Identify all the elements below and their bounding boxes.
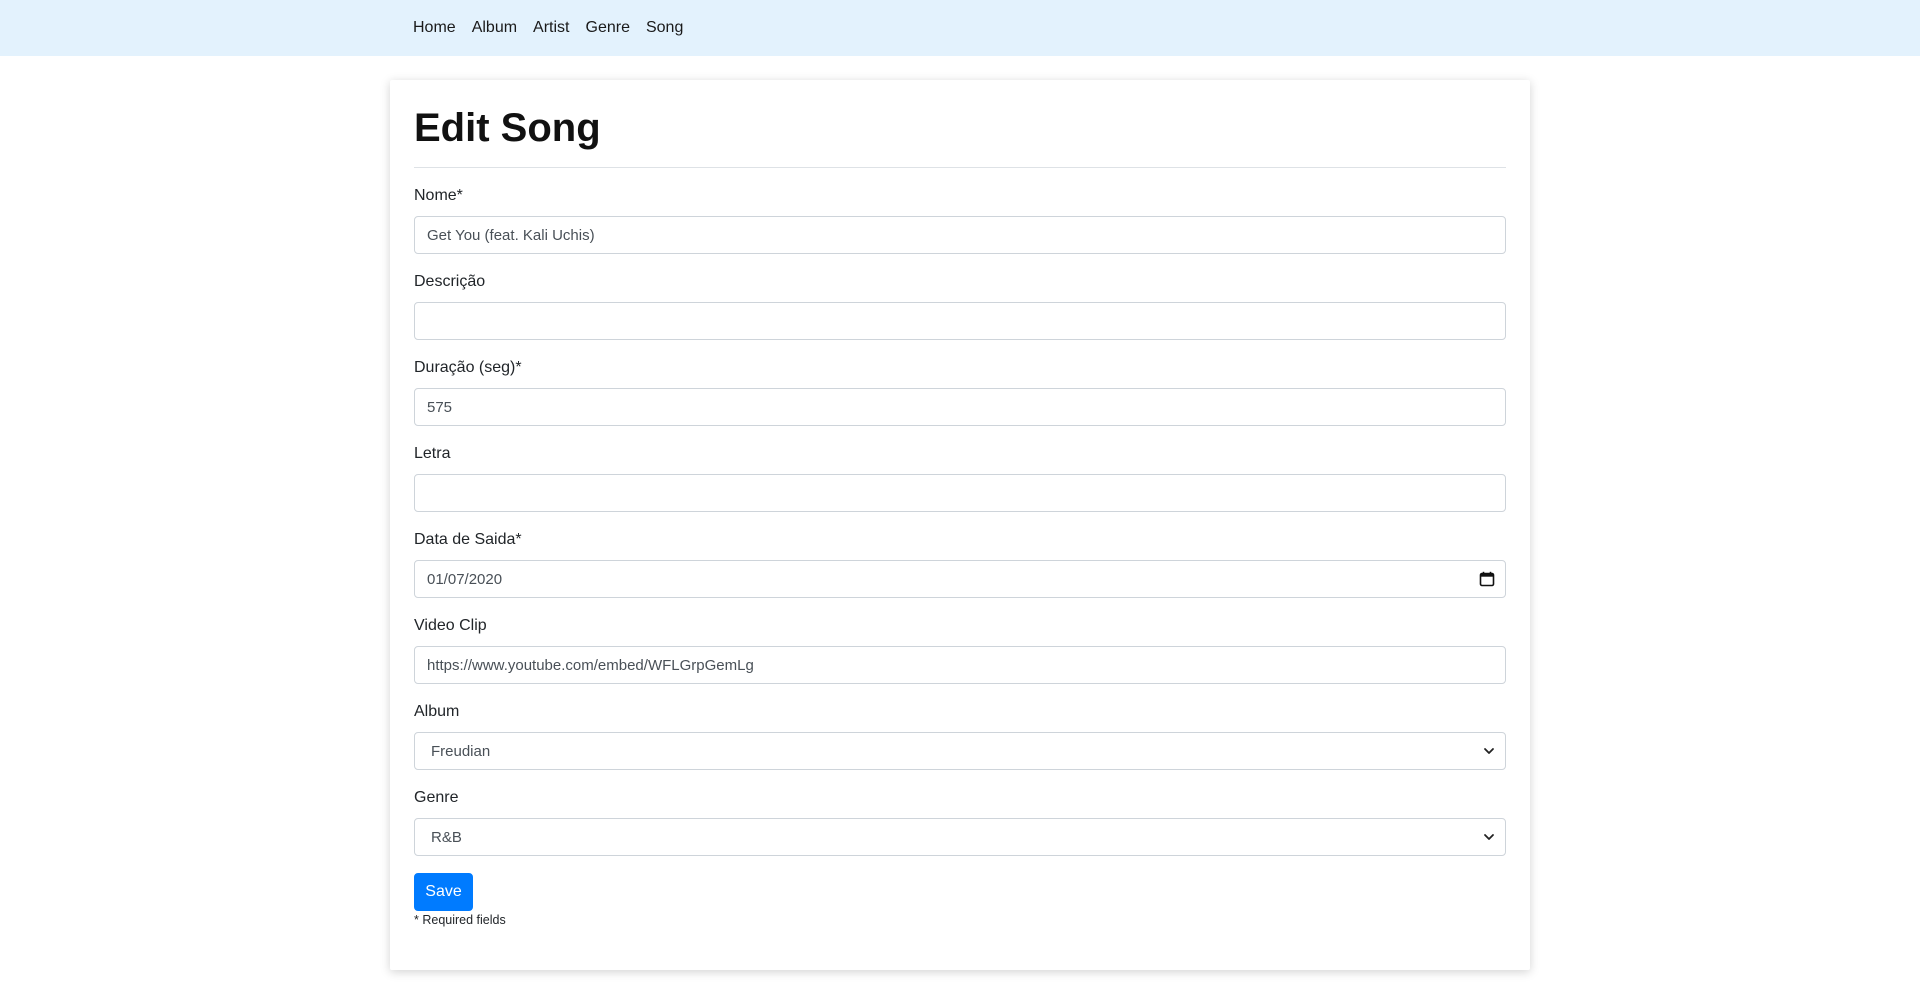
field-duracao: Duração (seg)* 575: [414, 358, 1506, 426]
nav-links: Home Album Artist Genre Song: [413, 0, 699, 56]
nome-value: Get You (feat. Kali Uchis): [427, 226, 595, 244]
descricao-input[interactable]: [414, 302, 1506, 340]
navbar: Home Album Artist Genre Song: [0, 0, 1920, 56]
letra-input[interactable]: [414, 474, 1506, 512]
duracao-input[interactable]: 575: [414, 388, 1506, 426]
nav-item-song[interactable]: Song: [646, 19, 683, 37]
album-value: Freudian: [431, 742, 491, 760]
field-video-clip: Video Clip https://www.youtube.com/embed…: [414, 616, 1506, 684]
nome-label: Nome*: [414, 187, 463, 204]
field-album: Album Freudian: [414, 702, 1506, 770]
title-divider: [414, 167, 1506, 168]
video-clip-value: https://www.youtube.com/embed/WFLGrpGemL…: [427, 656, 754, 674]
album-label: Album: [414, 703, 460, 720]
video-clip-label: Video Clip: [414, 617, 487, 634]
nome-input[interactable]: Get You (feat. Kali Uchis): [414, 216, 1506, 254]
field-nome: Nome* Get You (feat. Kali Uchis): [414, 186, 1506, 254]
chevron-down-icon: [1483, 745, 1495, 757]
required-fields-note: * Required fields: [414, 913, 506, 927]
nav-item-artist[interactable]: Artist: [533, 19, 569, 37]
duracao-label: Duração (seg)*: [414, 359, 522, 376]
save-button[interactable]: Save: [414, 873, 473, 911]
data-saida-value: 01/07/2020: [427, 570, 503, 588]
calendar-icon[interactable]: [1479, 571, 1495, 587]
video-clip-input[interactable]: https://www.youtube.com/embed/WFLGrpGemL…: [414, 646, 1506, 684]
genre-value: R&B: [431, 828, 462, 846]
field-genre: Genre R&B: [414, 788, 1506, 856]
letra-label: Letra: [414, 445, 451, 462]
nav-item-home[interactable]: Home: [413, 19, 456, 37]
data-saida-input[interactable]: 01/07/2020: [414, 560, 1506, 598]
chevron-down-icon: [1483, 831, 1495, 843]
field-descricao: Descrição: [414, 272, 1506, 340]
nav-item-album[interactable]: Album: [472, 19, 517, 37]
album-select[interactable]: Freudian: [414, 732, 1506, 770]
edit-song-card: Edit Song Nome* Get You (feat. Kali Uchi…: [390, 80, 1530, 970]
nav-item-genre[interactable]: Genre: [586, 19, 630, 37]
field-letra: Letra: [414, 444, 1506, 512]
genre-select[interactable]: R&B: [414, 818, 1506, 856]
descricao-label: Descrição: [414, 273, 486, 290]
page-title: Edit Song: [414, 106, 601, 150]
field-data-saida: Data de Saida* 01/07/2020: [414, 530, 1506, 598]
data-saida-label: Data de Saida*: [414, 531, 522, 548]
duracao-value: 575: [427, 398, 453, 416]
genre-label: Genre: [414, 789, 459, 806]
